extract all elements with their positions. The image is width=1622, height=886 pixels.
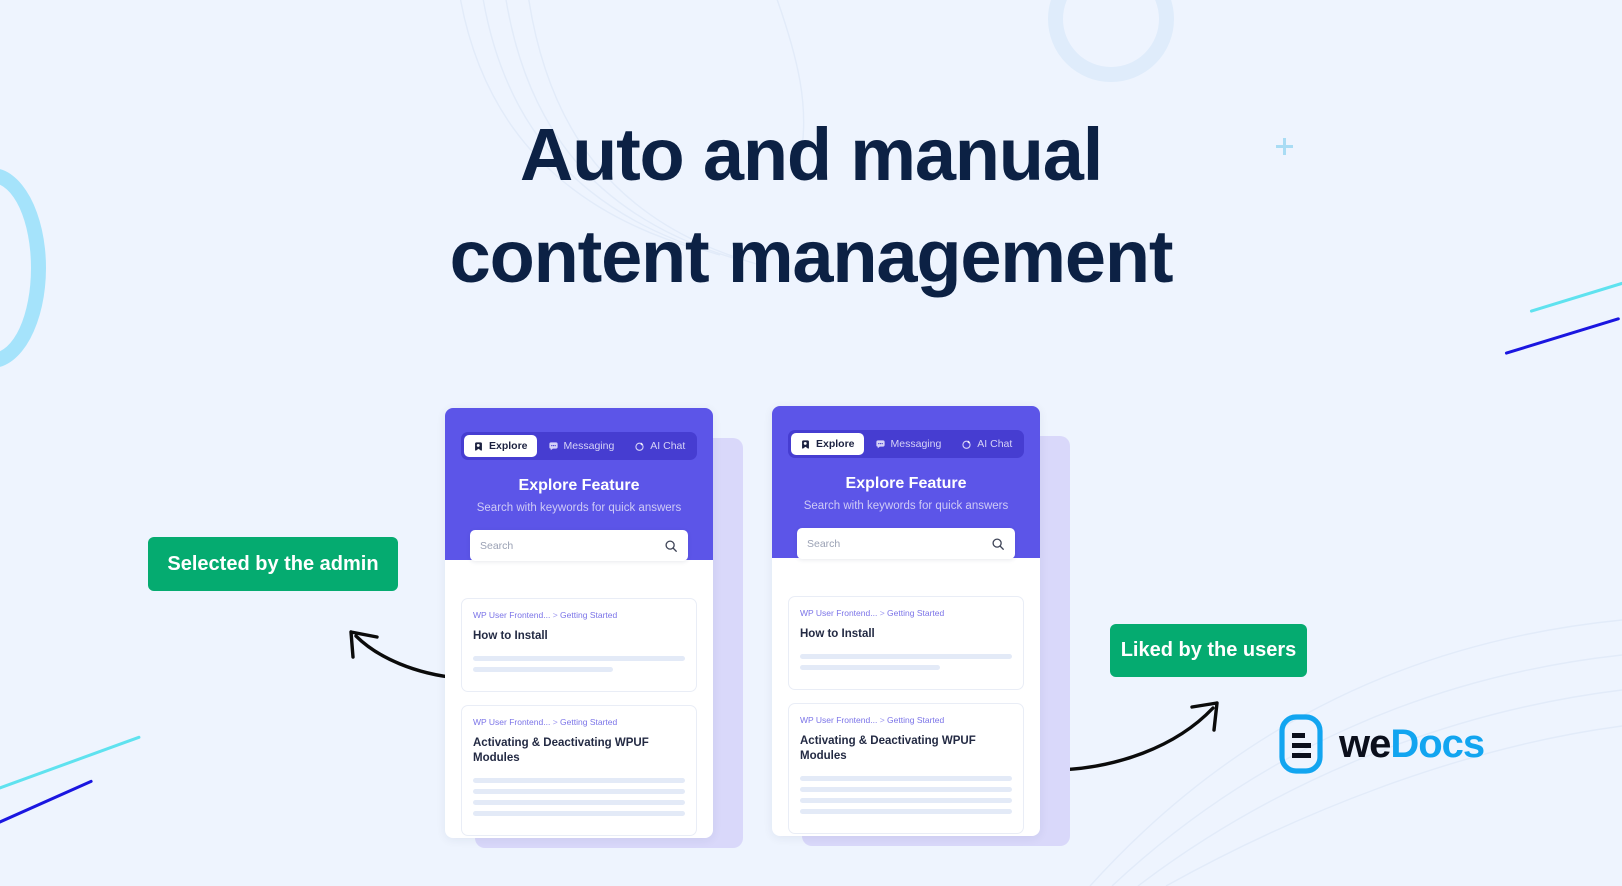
breadcrumb-child: Getting Started — [560, 610, 618, 620]
explore-card-left: Explore Messaging AI Chat Explore Featur… — [445, 408, 713, 838]
tab-messaging[interactable]: Messaging — [866, 433, 951, 455]
breadcrumb: WP User Frontend... > Getting Started — [473, 717, 685, 727]
page-title-line-2: content management — [449, 215, 1174, 299]
tab-ai-chat-label: AI Chat — [977, 438, 1013, 450]
breadcrumb-separator: > — [552, 610, 558, 620]
tab-messaging[interactable]: Messaging — [539, 435, 624, 457]
wedocs-logo: weDocs — [1276, 713, 1485, 775]
tab-bar: Explore Messaging AI Chat — [461, 432, 698, 460]
decor-line-blue-left — [0, 779, 94, 827]
breadcrumb: WP User Frontend... > Getting Started — [473, 610, 685, 620]
skeleton-line — [800, 664, 940, 670]
doc-title: How to Install — [800, 628, 875, 640]
tab-ai-chat[interactable]: AI Chat — [625, 435, 694, 457]
badge-liked-by-users-label: Liked by the users — [1120, 639, 1297, 661]
skeleton-line — [800, 808, 1012, 814]
wedocs-logo-text: weDocs — [1339, 721, 1485, 767]
arrow-to-right-card — [1056, 701, 1219, 772]
card-body: WP User Frontend... > Getting Started Ho… — [772, 558, 1040, 834]
tab-ai-chat-label: AI Chat — [650, 440, 686, 452]
skeleton-line — [800, 797, 1012, 803]
chat-bubble-icon — [548, 441, 558, 450]
logo-text-docs: Docs — [1390, 721, 1485, 766]
search-icon — [992, 537, 1004, 550]
explore-icon — [802, 439, 809, 449]
tab-ai-chat[interactable]: AI Chat — [952, 433, 1021, 455]
ai-sparkle-icon — [635, 442, 644, 451]
doc-item[interactable]: WP User Frontend... > Getting Started Ac… — [788, 702, 1024, 834]
wedocs-document-icon — [1279, 714, 1323, 774]
explore-card-right-wrapper: Explore Messaging AI Chat Explore Featur… — [772, 406, 1070, 846]
tab-explore-label: Explore — [816, 438, 855, 450]
card-subtitle: Search with keywords for quick answers — [476, 502, 682, 514]
breadcrumb: WP User Frontend... > Getting Started — [800, 715, 1012, 725]
skeleton-line — [473, 810, 685, 816]
explore-card-right: Explore Messaging AI Chat Explore Featur… — [772, 406, 1040, 836]
breadcrumb-parent: WP User Frontend... — [473, 610, 551, 620]
doc-title: Activating & Deactivating WPUF Modules — [473, 736, 649, 765]
doc-item[interactable]: WP User Frontend... > Getting Started Ac… — [461, 704, 697, 836]
breadcrumb-child: Getting Started — [887, 608, 945, 618]
card-body: WP User Frontend... > Getting Started Ho… — [445, 560, 713, 836]
decor-line-blue-right — [1504, 316, 1621, 355]
breadcrumb-parent: WP User Frontend... — [800, 714, 878, 725]
doc-item[interactable]: WP User Frontend... > Getting Started Ho… — [788, 596, 1024, 690]
tab-bar: Explore Messaging AI Chat — [788, 430, 1025, 458]
tab-messaging-label: Messaging — [563, 440, 615, 452]
breadcrumb-separator: > — [879, 608, 885, 618]
ai-sparkle-icon — [962, 440, 971, 449]
doc-title: How to Install — [473, 630, 548, 642]
explore-card-left-wrapper: Explore Messaging AI Chat Explore Featur… — [445, 408, 743, 848]
tab-explore[interactable]: Explore — [791, 433, 864, 455]
arrow-to-left-card — [349, 630, 460, 680]
skeleton-line — [473, 799, 685, 805]
card-title: Explore Feature — [518, 477, 640, 494]
breadcrumb-child: Getting Started — [887, 714, 945, 725]
card-subtitle: Search with keywords for quick answers — [803, 500, 1009, 512]
search-icon — [665, 539, 677, 552]
skeleton-line — [473, 655, 685, 661]
badge-selected-by-admin: Selected by the admin — [148, 537, 398, 591]
page-title: Auto and manual content management — [0, 104, 1622, 308]
skeleton-line — [800, 775, 1012, 781]
breadcrumb-parent: WP User Frontend... — [800, 608, 878, 618]
card-title: Explore Feature — [845, 475, 967, 492]
skeleton-line — [473, 777, 685, 783]
explore-icon — [475, 441, 482, 451]
badge-liked-by-users: Liked by the users — [1110, 624, 1307, 677]
chat-bubble-icon — [875, 439, 885, 448]
skeleton-line — [473, 788, 685, 794]
breadcrumb-separator: > — [552, 716, 558, 727]
search-input[interactable]: Search — [797, 528, 1015, 559]
breadcrumb-child: Getting Started — [560, 716, 618, 727]
skeleton-line — [800, 786, 1012, 792]
skeleton-line — [800, 653, 1012, 659]
breadcrumb: WP User Frontend... > Getting Started — [800, 608, 1012, 618]
doc-title: Activating & Deactivating WPUF Modules — [800, 734, 976, 763]
search-placeholder: Search — [807, 537, 841, 550]
tab-explore[interactable]: Explore — [464, 435, 537, 457]
tab-messaging-label: Messaging — [890, 438, 942, 450]
breadcrumb-separator: > — [879, 714, 885, 725]
search-placeholder: Search — [480, 539, 514, 552]
logo-text-we: we — [1339, 721, 1391, 766]
badge-selected-by-admin-label: Selected by the admin — [167, 552, 379, 575]
tab-explore-label: Explore — [489, 440, 528, 452]
decor-line-cyan-left — [0, 735, 141, 793]
page-title-line-1: Auto and manual — [519, 113, 1103, 196]
decor-ring-top — [1048, 0, 1174, 82]
search-input[interactable]: Search — [470, 530, 688, 561]
doc-item[interactable]: WP User Frontend... > Getting Started Ho… — [461, 598, 697, 692]
breadcrumb-parent: WP User Frontend... — [473, 716, 551, 727]
skeleton-line — [473, 666, 613, 672]
